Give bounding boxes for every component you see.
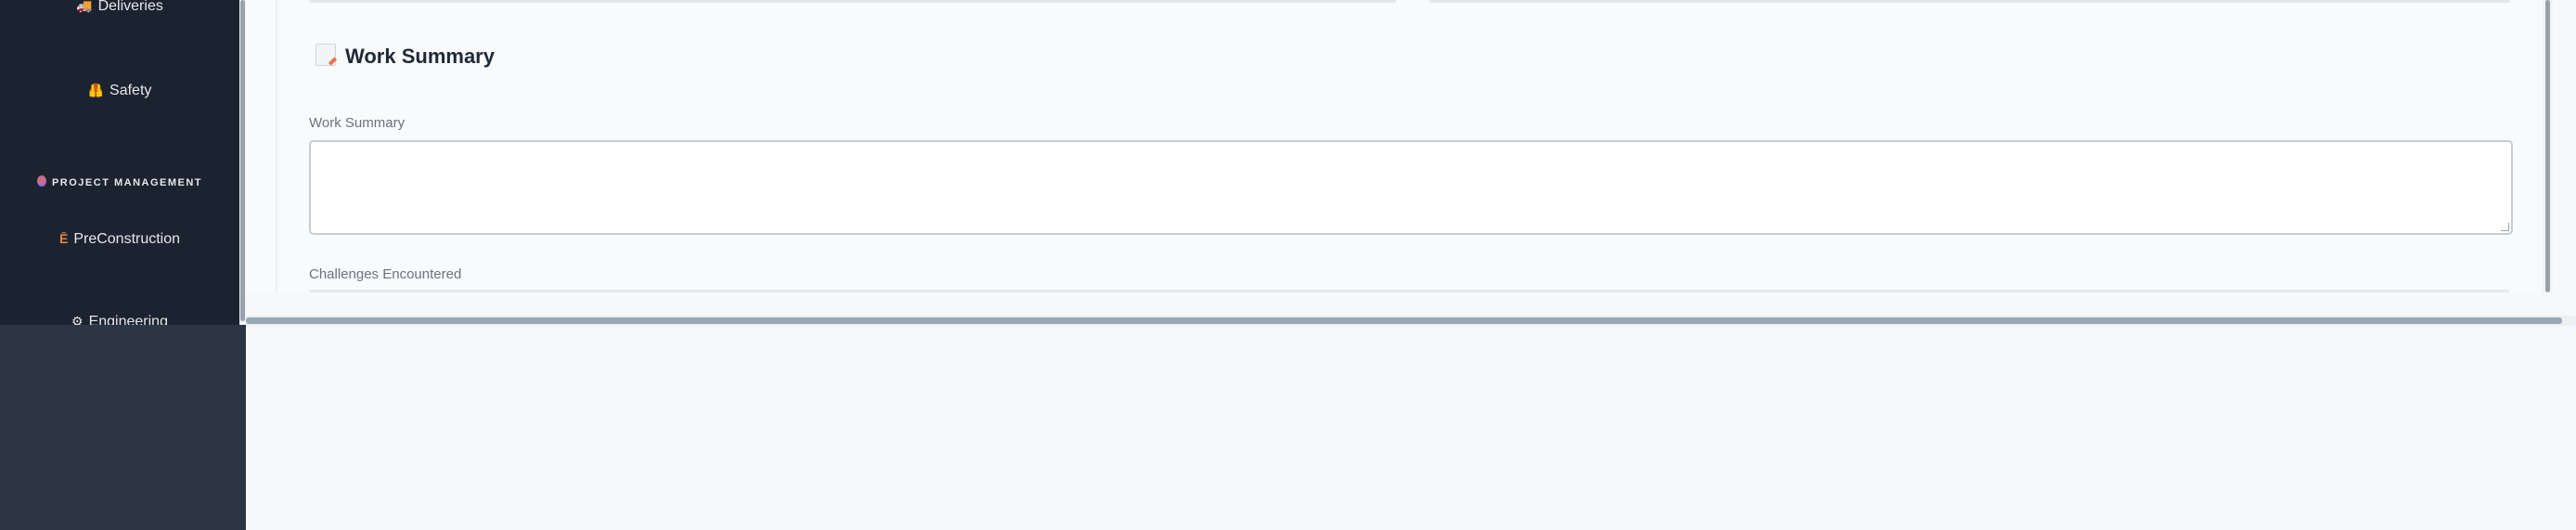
panel-border — [276, 0, 277, 292]
sidebar-item-deliveries[interactable]: 🚚 Deliveries — [0, 0, 239, 15]
horizontal-scrollbar-thumb[interactable] — [246, 317, 2562, 324]
challenges-encountered-textarea[interactable] — [309, 290, 2509, 292]
safety-vest-icon: 🦺 — [87, 83, 105, 97]
report-form-panel: Work Summary Work Summary Challenges Enc… — [246, 0, 2543, 292]
sidebar-scrollbar[interactable] — [239, 0, 246, 325]
previous-field-edge — [309, 0, 1397, 3]
sidebar-scrollbar-thumb[interactable] — [240, 0, 245, 321]
gear-icon: ⚙ — [71, 314, 84, 325]
panel-scrollbar-thumb[interactable] — [2545, 0, 2550, 292]
challenges-encountered-label: Challenges Encountered — [309, 266, 462, 282]
work-summary-textarea[interactable] — [309, 140, 2513, 235]
sidebar-item-engineering[interactable]: ⚙ Engineering — [0, 314, 239, 325]
sidebar-item-preconstruction[interactable]: Ē PreConstruction — [0, 231, 239, 248]
panel-scrollbar[interactable] — [2543, 0, 2553, 292]
section-label-project-management: PROJECT MANAGEMENT — [0, 175, 239, 188]
sidebar: 🚚 Deliveries 🦺 Safety PROJECT MANAGEMENT Ē… — [0, 0, 246, 530]
truck-icon: 🚚 — [76, 0, 93, 13]
sidebar-item-label: PreConstruction — [73, 231, 181, 247]
main-content: Work Summary Work Summary Challenges Enc… — [246, 0, 2576, 530]
sidebar-item-label: Engineering — [88, 314, 168, 325]
previous-field-edge — [1429, 0, 2510, 3]
resize-handle[interactable] — [2501, 223, 2509, 231]
section-title: Work Summary — [316, 44, 495, 69]
crane-icon: Ē — [58, 231, 69, 246]
sidebar-item-label: Deliveries — [97, 0, 163, 14]
sidebar-item-label: Safety — [109, 83, 152, 98]
work-summary-label: Work Summary — [309, 115, 406, 131]
memo-icon — [316, 44, 336, 66]
sidebar-item-safety[interactable]: 🦺 Safety — [0, 83, 239, 99]
target-icon — [36, 175, 46, 187]
sidebar-nav: 🚚 Deliveries 🦺 Safety PROJECT MANAGEMENT Ē… — [0, 0, 239, 325]
